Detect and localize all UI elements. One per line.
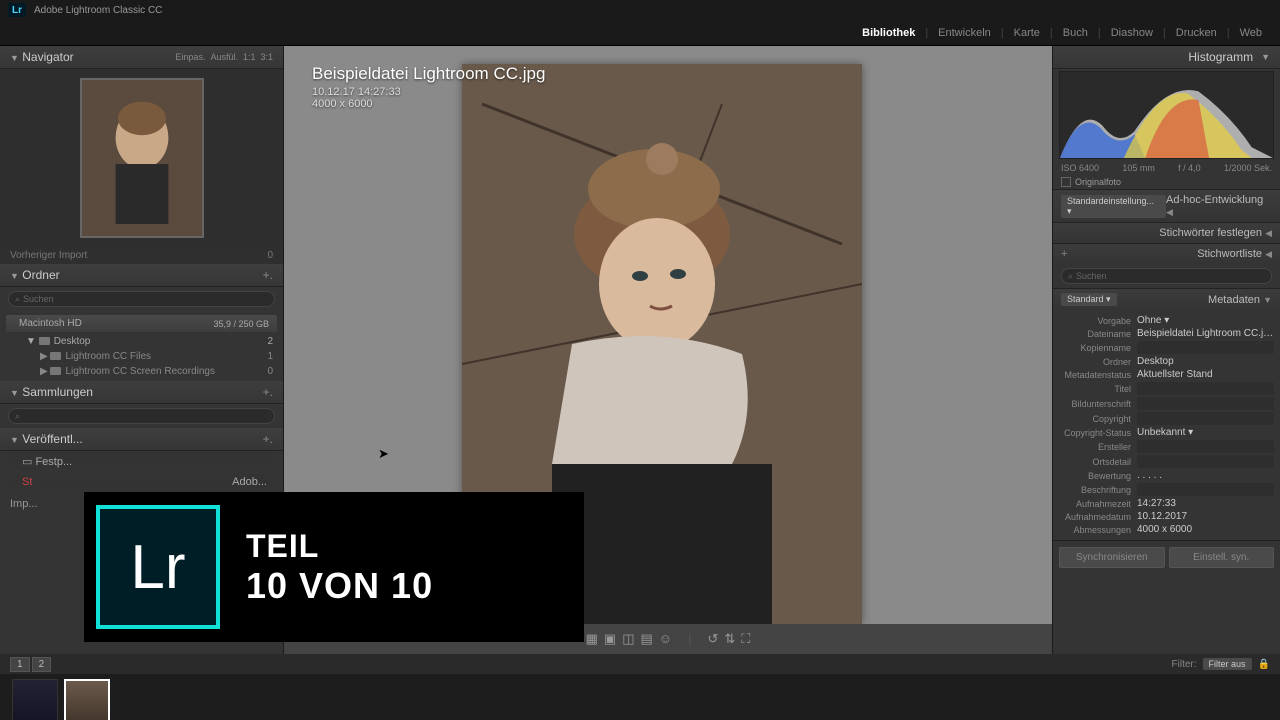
filter-label: Filter: bbox=[1172, 659, 1197, 670]
video-overlay-badge: Lr TEIL 10 VON 10 bbox=[84, 492, 584, 642]
metadata-header[interactable]: Standard ▾ Metadaten ▼ bbox=[1053, 288, 1280, 310]
crop-icon[interactable]: ⛶ bbox=[741, 631, 750, 647]
search-icon: ⌕ bbox=[1068, 271, 1073, 282]
navigator-zoom-options: Einpas. Ausfül. 1:1 3:1 bbox=[175, 52, 273, 62]
lightroom-logo-icon: Lr bbox=[96, 505, 220, 629]
search-icon: ⌕ bbox=[15, 294, 20, 305]
service-hdd[interactable]: ▭ Festp... bbox=[6, 453, 277, 470]
navigator-header[interactable]: ▼ Navigator Einpas. Ausfül. 1:1 3:1 bbox=[0, 46, 283, 69]
overlay-line2: 10 VON 10 bbox=[246, 565, 433, 607]
exif-summary: ISO 6400105 mmf / 4,01/2000 Sek. bbox=[1053, 161, 1280, 175]
add-collection-icon[interactable]: +. bbox=[263, 385, 273, 399]
module-web[interactable]: Web bbox=[1240, 27, 1262, 39]
secondary-bar: 1 2 Filter: Filter aus 🔒 bbox=[0, 654, 1280, 674]
add-keyword-icon[interactable]: + bbox=[1061, 248, 1067, 260]
secondary-display-pages: 1 2 bbox=[10, 657, 51, 672]
metadata-row[interactable]: VorgabeOhne ▾ bbox=[1059, 314, 1274, 327]
app-logo-icon: Lr bbox=[8, 3, 26, 17]
service-adobe[interactable]: St Adob... bbox=[6, 474, 277, 490]
module-diashow[interactable]: Diashow bbox=[1111, 27, 1153, 39]
metadata-view-dropdown[interactable]: Standard ▾ bbox=[1061, 293, 1117, 306]
metadata-grid: VorgabeOhne ▾DateinameBeispieldatei Ligh… bbox=[1053, 310, 1280, 540]
preset-dropdown[interactable]: Standardeinstellung... ▾ bbox=[1061, 195, 1166, 218]
adhoc-header[interactable]: Standardeinstellung... ▾ Ad-hoc-Entwickl… bbox=[1053, 189, 1280, 222]
histogram-header[interactable]: Histogramm▼ bbox=[1053, 46, 1280, 69]
metadata-row[interactable]: Ersteller bbox=[1059, 439, 1274, 454]
import-button[interactable]: Imp... bbox=[10, 498, 38, 510]
filter-lock-icon[interactable]: 🔒 bbox=[1258, 659, 1270, 670]
module-bibliothek[interactable]: Bibliothek bbox=[862, 27, 915, 39]
metadata-row[interactable]: Beschriftung bbox=[1059, 482, 1274, 497]
keyword-search-input[interactable]: ⌕Suchen bbox=[1061, 268, 1272, 284]
window-titlebar: Lr Adobe Lightroom Classic CC bbox=[0, 0, 1280, 20]
metadata-row[interactable]: Bildunterschrift bbox=[1059, 396, 1274, 411]
module-karte[interactable]: Karte bbox=[1014, 27, 1040, 39]
folder-icon bbox=[50, 352, 61, 360]
folder-desktop[interactable]: ▼ Desktop 2 bbox=[0, 334, 283, 349]
sync-buttons: Synchronisieren Einstell. syn. bbox=[1053, 540, 1280, 574]
cursor-icon: ➤ bbox=[378, 446, 389, 462]
loupe-view-icon[interactable]: ▣ bbox=[604, 631, 616, 647]
overlay-line1: TEIL bbox=[246, 528, 433, 565]
navigator-thumbnail[interactable] bbox=[0, 69, 283, 247]
metadata-row[interactable]: Kopienname bbox=[1059, 340, 1274, 355]
previous-import-row[interactable]: Vorheriger Import0 bbox=[0, 247, 283, 264]
filmstrip-thumb[interactable] bbox=[12, 679, 58, 720]
folders-header[interactable]: ▼ Ordner +. bbox=[0, 264, 283, 287]
compare-view-icon[interactable]: ◫ bbox=[622, 631, 634, 647]
publish-header[interactable]: ▼ Veröffentl... +. bbox=[0, 428, 283, 451]
metadata-row[interactable]: Aufnahmedatum10.12.2017 bbox=[1059, 510, 1274, 523]
add-folder-icon[interactable]: +. bbox=[263, 268, 273, 282]
folder-search-input[interactable]: ⌕ Suchen bbox=[8, 291, 275, 307]
collection-search-input[interactable]: ⌕ bbox=[8, 408, 275, 424]
folder-icon bbox=[50, 367, 61, 375]
histogram-icon bbox=[1060, 72, 1273, 158]
info-overlay: Beispieldatei Lightroom CC.jpg 10.12.17 … bbox=[312, 64, 545, 110]
metadata-row[interactable]: Copyright bbox=[1059, 411, 1274, 426]
filter-dropdown[interactable]: Filter aus bbox=[1203, 658, 1252, 670]
painter-icon[interactable]: ↺ bbox=[707, 631, 718, 647]
metadata-row[interactable]: Bewertung. . . . . bbox=[1059, 469, 1274, 482]
keywords-set-header[interactable]: Stichwörter festlegen ◀ bbox=[1053, 222, 1280, 243]
metadata-row[interactable]: Aufnahmezeit14:27:33 bbox=[1059, 497, 1274, 510]
filmstrip-thumb-selected[interactable] bbox=[64, 679, 110, 720]
page-2[interactable]: 2 bbox=[32, 657, 52, 672]
sync-settings-button[interactable]: Einstell. syn. bbox=[1169, 547, 1275, 568]
metadata-row[interactable]: DateinameBeispieldatei Lightroom CC.jpg bbox=[1059, 327, 1274, 340]
module-entwickeln[interactable]: Entwickeln bbox=[938, 27, 991, 39]
survey-view-icon[interactable]: ▤ bbox=[641, 631, 653, 647]
sort-icon[interactable]: ⇅ bbox=[724, 631, 735, 647]
people-view-icon[interactable]: ☺ bbox=[659, 631, 672, 647]
sync-button[interactable]: Synchronisieren bbox=[1059, 547, 1165, 568]
collections-header[interactable]: ▼ Sammlungen +. bbox=[0, 381, 283, 404]
module-buch[interactable]: Buch bbox=[1063, 27, 1088, 39]
module-drucken[interactable]: Drucken bbox=[1176, 27, 1217, 39]
folder-lr-rec[interactable]: ▶ Lightroom CC Screen Recordings 0 bbox=[0, 364, 283, 379]
metadata-row[interactable]: Abmessungen4000 x 6000 bbox=[1059, 523, 1274, 536]
metadata-row[interactable]: OrdnerDesktop bbox=[1059, 355, 1274, 368]
keywords-list-header[interactable]: + Stichwortliste ◀ bbox=[1053, 243, 1280, 264]
metadata-row[interactable]: Titel bbox=[1059, 381, 1274, 396]
filmstrip[interactable] bbox=[0, 674, 1280, 720]
histogram-graph[interactable] bbox=[1059, 71, 1274, 159]
folder-lr-files[interactable]: ▶ Lightroom CC Files 1 bbox=[0, 349, 283, 364]
navigator-image-icon bbox=[80, 78, 204, 238]
search-icon: ⌕ bbox=[15, 411, 20, 422]
right-panel: Histogramm▼ ISO 6400105 mmf / 4,01/2000 … bbox=[1052, 46, 1280, 654]
metadata-row[interactable]: Copyright-StatusUnbekannt ▾ bbox=[1059, 426, 1274, 439]
metadata-row[interactable]: Ortsdetail bbox=[1059, 454, 1274, 469]
folder-icon bbox=[39, 337, 50, 345]
page-1[interactable]: 1 bbox=[10, 657, 30, 672]
metadata-row[interactable]: MetadatenstatusAktuellster Stand bbox=[1059, 368, 1274, 381]
app-title: Adobe Lightroom Classic CC bbox=[34, 5, 162, 16]
original-photo-checkbox[interactable]: Originalfoto bbox=[1053, 175, 1280, 189]
grid-view-icon[interactable]: ▦ bbox=[586, 631, 598, 647]
module-picker: Bibliothek| Entwickeln| Karte| Buch| Dia… bbox=[0, 20, 1280, 46]
volume-row[interactable]: Macintosh HD 35,9 / 250 GB bbox=[6, 315, 277, 332]
